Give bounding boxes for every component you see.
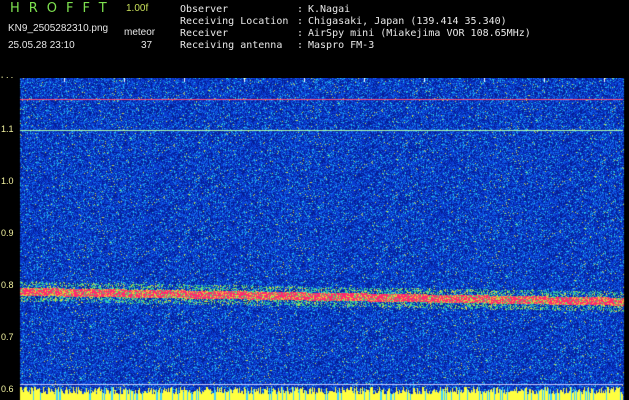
header: HROFFT 1.00f KN9_2505282310.png 25.05.28… (0, 0, 629, 91)
meta-value-receiver: AirSpy mini (Miakejima VOR 108.65MHz) (308, 28, 531, 39)
meta-key-receiver: Receiver (180, 28, 229, 39)
spectrogram (0, 78, 629, 400)
y-tick-label: 0.9 (1, 227, 14, 238)
file-name: KN9_2505282310.png (8, 23, 109, 34)
meta-value-antenna: Maspro FM-3 (308, 40, 375, 51)
meta-sep: : (297, 16, 304, 27)
meteor-count: 37 (141, 40, 153, 51)
meta-value-location: Chigasaki, Japan (139.414 35.340) (308, 16, 507, 27)
meta-sep: : (297, 40, 304, 51)
meta-sep: : (297, 4, 304, 15)
meta-value-observer: K.Nagai (308, 4, 351, 15)
meteor-label: meteor (124, 27, 156, 38)
y-tick-label: 0.8 (1, 279, 14, 290)
y-tick-label: 0.7 (1, 331, 14, 342)
meta-key-observer: Observer (180, 4, 229, 15)
y-tick-label: 1.1 (1, 123, 14, 134)
meta-sep: : (297, 28, 304, 39)
app-version: 1.00f (126, 3, 149, 14)
file-datetime: 25.05.28 23:10 (8, 40, 75, 51)
y-tick-label: 1.0 (1, 175, 14, 186)
meta-key-antenna: Receiving antenna (180, 40, 283, 51)
app-title: HROFFT (10, 1, 116, 16)
y-tick-label: 0.6 (1, 383, 14, 394)
meta-key-location: Receiving Location (180, 16, 289, 27)
